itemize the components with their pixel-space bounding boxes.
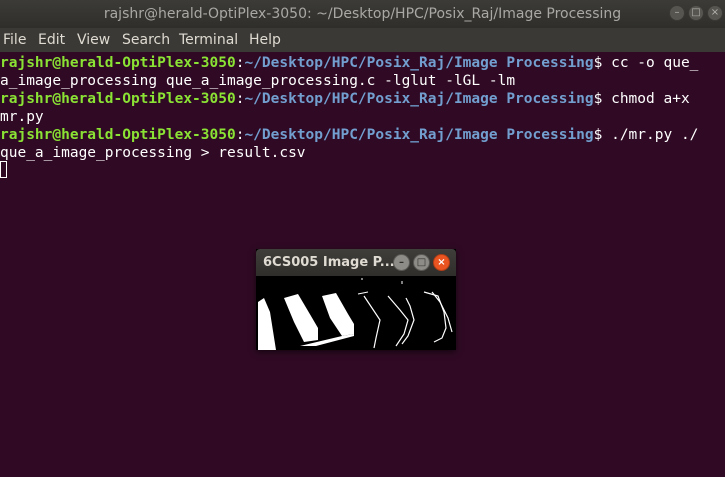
prompt-path: ~/Desktop/HPC/Posix_Raj/Image Processing [244, 91, 594, 107]
terminal-line: rajshr@herald-OptiPlex-3050:~/Desktop/HP… [0, 126, 698, 144]
window-title: rajshr@herald-OptiPlex-3050: ~/Desktop/H… [103, 6, 622, 22]
terminal-line: mr.py [0, 108, 44, 126]
prompt-path: ~/Desktop/HPC/Posix_Raj/Image Processing [244, 127, 594, 143]
terminal-line: rajshr@herald-OptiPlex-3050:~/Desktop/HP… [0, 90, 690, 108]
processed-image [256, 276, 456, 350]
image-window-maximize-button[interactable]: □ [413, 254, 430, 271]
image-window-close-button[interactable]: × [433, 254, 450, 271]
menu-help[interactable]: Help [249, 28, 281, 52]
terminal-line: a_image_processing que_a_image_processin… [0, 72, 515, 90]
maximize-button[interactable]: □ [688, 5, 704, 21]
menu-search[interactable]: Search [122, 28, 170, 52]
maximize-icon: □ [416, 257, 427, 268]
terminal-line: rajshr@herald-OptiPlex-3050:~/Desktop/HP… [0, 54, 698, 72]
close-icon: × [437, 257, 446, 268]
minimize-icon: – [399, 257, 404, 268]
maximize-icon: □ [691, 7, 701, 18]
prompt-user: rajshr@herald-OptiPlex-3050 [0, 55, 236, 71]
prompt-user: rajshr@herald-OptiPlex-3050 [0, 127, 236, 143]
prompt-user: rajshr@herald-OptiPlex-3050 [0, 91, 236, 107]
command-text: a_image_processing que_a_image_processin… [0, 73, 516, 89]
command-text: $ cc -o que_ [593, 55, 699, 71]
close-icon: × [710, 7, 720, 18]
close-button[interactable]: × [707, 5, 723, 21]
prompt-path: ~/Desktop/HPC/Posix_Raj/Image Processing [244, 55, 594, 71]
terminal-line: que_a_image_processing > result.csv [0, 144, 306, 162]
window-titlebar: rajshr@herald-OptiPlex-3050: ~/Desktop/H… [0, 0, 725, 28]
image-window[interactable]: 6CS005 Image P... – □ × [256, 249, 456, 350]
terminal-cursor [0, 161, 7, 178]
command-text: mr.py [0, 109, 44, 125]
command-text: que_a_image_processing > result.csv [0, 145, 306, 161]
image-canvas [256, 276, 456, 350]
command-text: $ chmod a+x [593, 91, 690, 107]
menu-file[interactable]: File [3, 28, 26, 52]
menu-terminal[interactable]: Terminal [179, 28, 238, 52]
minimize-icon: – [674, 7, 680, 18]
menu-edit[interactable]: Edit [38, 28, 65, 52]
image-window-title: 6CS005 Image P... [263, 255, 395, 270]
image-window-minimize-button[interactable]: – [393, 254, 410, 271]
menu-bar: File Edit View Search Terminal Help [0, 28, 725, 52]
menu-view[interactable]: View [77, 28, 110, 52]
image-window-titlebar[interactable]: 6CS005 Image P... – □ × [256, 249, 456, 276]
minimize-button[interactable]: – [669, 5, 685, 21]
command-text: $ ./mr.py ./ [593, 127, 699, 143]
